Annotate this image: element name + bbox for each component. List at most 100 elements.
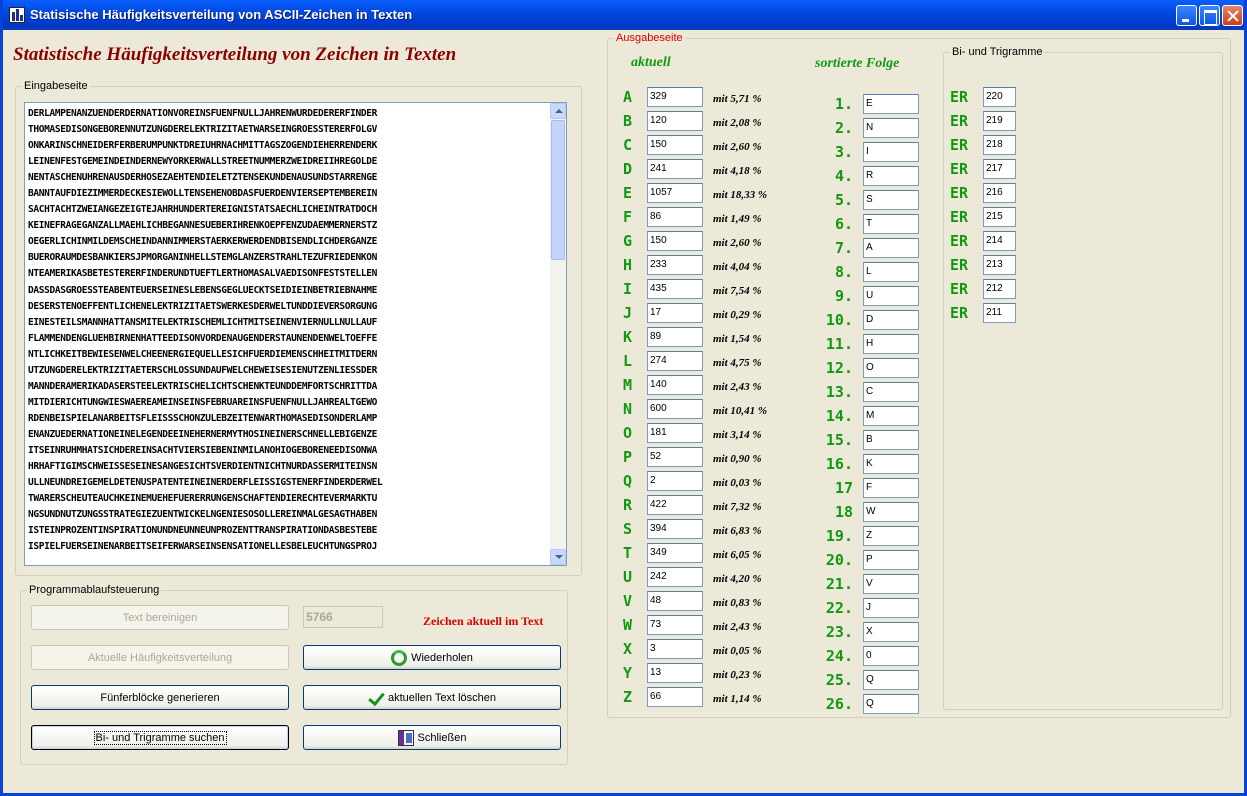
clean-text-button[interactable]: Text bereinigen	[31, 605, 289, 630]
freq-count-field[interactable]: 66	[647, 687, 703, 707]
freq-count-field[interactable]: 394	[647, 519, 703, 539]
freq-count-field[interactable]: 349	[647, 543, 703, 563]
bigram-count-field[interactable]: 212	[983, 279, 1016, 299]
freq-count-field[interactable]: 140	[647, 375, 703, 395]
input-textarea[interactable]: DERLAMPENANZUENDERDERNATIONVOREINSFUENFN…	[24, 102, 567, 566]
freq-count-field[interactable]: 120	[647, 111, 703, 131]
sorted-letter-field[interactable]: I	[863, 142, 919, 162]
window-title: Statisische Häufigkeitsverteilung von AS…	[30, 7, 413, 22]
text-line: NTEAMERIKASBETESTERERFINDERUNDTUEFTLERTH…	[28, 268, 378, 280]
sorted-letter-field[interactable]: E	[863, 94, 919, 114]
freq-count-field[interactable]: 2	[647, 471, 703, 491]
freq-count-field[interactable]: 13	[647, 663, 703, 683]
sorted-letter-field[interactable]: K	[863, 454, 919, 474]
close-icon[interactable]	[1222, 5, 1243, 26]
freq-count-field[interactable]: 241	[647, 159, 703, 179]
freq-letter: O	[623, 424, 633, 442]
bigram-count-field[interactable]: 218	[983, 135, 1016, 155]
bigram-count-field[interactable]: 216	[983, 183, 1016, 203]
current-distribution-button[interactable]: Aktuelle Häufigkeitsverteilung	[31, 645, 289, 670]
sorted-letter-field[interactable]: H	[863, 334, 919, 354]
sorted-letter-field[interactable]: Q	[863, 694, 919, 714]
sorted-rank: 7.	[834, 239, 853, 257]
freq-count-field[interactable]: 274	[647, 351, 703, 371]
bigram-count-field[interactable]: 211	[983, 303, 1016, 323]
freq-count-field[interactable]: 435	[647, 279, 703, 299]
sorted-letter-field[interactable]: 0	[863, 646, 919, 666]
sorted-rank: 8.	[834, 263, 853, 281]
sorted-letter-field[interactable]: O	[863, 358, 919, 378]
freq-percent: mit 4,20 %	[713, 573, 762, 585]
freq-count-field[interactable]: 181	[647, 423, 703, 443]
bigram-count-field[interactable]: 219	[983, 111, 1016, 131]
freq-percent: mit 6,05 %	[713, 549, 762, 561]
sorted-rank: 20.	[825, 551, 853, 569]
sorted-letter-field[interactable]: W	[863, 502, 919, 522]
sorted-letter-field[interactable]: U	[863, 286, 919, 306]
sorted-letter-field[interactable]: L	[863, 262, 919, 282]
sorted-letter-field[interactable]: C	[863, 382, 919, 402]
freq-count-field[interactable]: 3	[647, 639, 703, 659]
freq-percent: mit 0,05 %	[713, 645, 762, 657]
delete-text-button[interactable]: aktuellen Text löschen	[303, 685, 561, 710]
freq-count-field[interactable]: 422	[647, 495, 703, 515]
sorted-letter-field[interactable]: J	[863, 598, 919, 618]
freq-count-field[interactable]: 86	[647, 207, 703, 227]
sorted-letter-field[interactable]: V	[863, 574, 919, 594]
sorted-rank: 3.	[834, 143, 853, 161]
freq-count-field[interactable]: 52	[647, 447, 703, 467]
freq-count-field[interactable]: 600	[647, 399, 703, 419]
sorted-letter-field[interactable]: A	[863, 238, 919, 258]
freq-count-field[interactable]: 233	[647, 255, 703, 275]
sorted-letter-field[interactable]: S	[863, 190, 919, 210]
freq-letter: I	[623, 280, 633, 298]
freq-letter: A	[623, 88, 633, 106]
bigram-count-field[interactable]: 214	[983, 231, 1016, 251]
bigram-count-field[interactable]: 220	[983, 87, 1016, 107]
text-line: ITSEINRUHMHATSICHDEREINSACHTVIERSIEBENIN…	[28, 444, 378, 456]
freq-letter: H	[623, 256, 633, 274]
scroll-up-icon[interactable]	[550, 103, 566, 119]
sorted-letter-field[interactable]: X	[863, 622, 919, 642]
sorted-rank: 26.	[825, 695, 853, 713]
bigram-count-field[interactable]: 217	[983, 159, 1016, 179]
scroll-down-icon[interactable]	[550, 549, 566, 565]
freq-count-field[interactable]: 1057	[647, 183, 703, 203]
freq-count-field[interactable]: 89	[647, 327, 703, 347]
sorted-letter-field[interactable]: Q	[863, 670, 919, 690]
sorted-letter-field[interactable]: Z	[863, 526, 919, 546]
maximize-icon[interactable]	[1199, 5, 1220, 26]
search-bigrams-button[interactable]: Bi- und Trigramme suchen	[31, 725, 289, 750]
title-bar[interactable]: Statisische Häufigkeitsverteilung von AS…	[3, 0, 1244, 30]
freq-count-field[interactable]: 17	[647, 303, 703, 323]
sorted-letter-field[interactable]: F	[863, 478, 919, 498]
bigram-text: ER	[950, 88, 969, 106]
vertical-scrollbar[interactable]	[550, 103, 566, 565]
scroll-thumb[interactable]	[551, 120, 565, 260]
sorted-letter-field[interactable]: D	[863, 310, 919, 330]
sorted-letter-field[interactable]: R	[863, 166, 919, 186]
sorted-letter-field[interactable]: M	[863, 406, 919, 426]
freq-count-field[interactable]: 150	[647, 135, 703, 155]
text-line: SACHTACHTZWEIANGEZEIGTEJAHRHUNDERTEREIGN…	[28, 204, 378, 216]
freq-letter: B	[623, 112, 633, 130]
five-blocks-button[interactable]: Fünferblöcke generieren	[31, 685, 289, 710]
freq-count-field[interactable]: 329	[647, 87, 703, 107]
freq-percent: mit 0,03 %	[713, 477, 762, 489]
minimize-icon[interactable]	[1176, 5, 1197, 26]
sorted-letter-field[interactable]: B	[863, 430, 919, 450]
sorted-letter-field[interactable]: P	[863, 550, 919, 570]
close-button[interactable]: Schließen	[303, 725, 561, 750]
sorted-rank: 2.	[834, 119, 853, 137]
sorted-letter-field[interactable]: T	[863, 214, 919, 234]
freq-count-field[interactable]: 48	[647, 591, 703, 611]
bigram-count-field[interactable]: 213	[983, 255, 1016, 275]
freq-count-field[interactable]: 150	[647, 231, 703, 251]
freq-count-field[interactable]: 73	[647, 615, 703, 635]
bigram-count-field[interactable]: 215	[983, 207, 1016, 227]
freq-count-field[interactable]: 242	[647, 567, 703, 587]
sorted-letter-field[interactable]: N	[863, 118, 919, 138]
freq-letter: K	[623, 328, 633, 346]
repeat-button[interactable]: Wiederholen	[303, 645, 561, 670]
text-line: ULLNEUNDREIGEMELDETENUSPATENTEINEINERDER…	[28, 477, 383, 489]
